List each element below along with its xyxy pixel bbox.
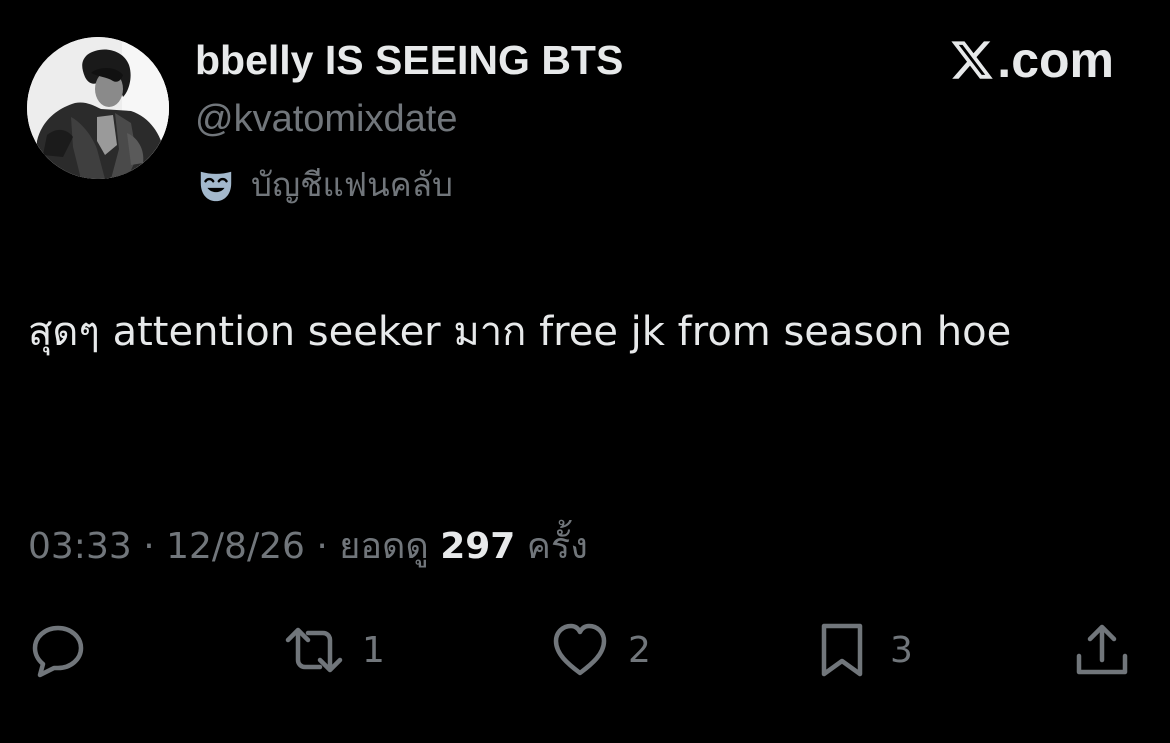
views-count: 297	[440, 526, 516, 567]
x-logo-icon	[951, 41, 994, 79]
bookmark-count: 3	[890, 629, 913, 671]
bookmark-icon	[821, 623, 863, 677]
badge-label: บัญชีแฟนคลับ	[251, 165, 453, 204]
brand-label: .com	[997, 32, 1114, 88]
display-name[interactable]: bbelly IS SEEING BTS	[195, 36, 623, 84]
avatar-photo	[27, 37, 169, 179]
fan-account-badge: บัญชีแฟนคลับ	[197, 160, 453, 210]
like-count: 2	[628, 629, 651, 671]
tweet-date[interactable]: 12/8/26	[166, 526, 305, 567]
bookmark-button[interactable]: 3	[812, 620, 913, 680]
tweet-text: สุดๆ attention seeker มาก free jk from s…	[28, 309, 1012, 355]
retweet-icon	[285, 627, 343, 673]
views-suffix: ครั้ง	[526, 526, 588, 567]
avatar[interactable]	[27, 37, 169, 179]
retweet-button[interactable]: 1	[284, 620, 385, 680]
like-button[interactable]: 2	[550, 620, 651, 680]
meta-separator: ·	[143, 526, 155, 567]
user-handle[interactable]: @kvatomixdate	[195, 96, 457, 142]
share-button[interactable]	[1072, 620, 1132, 680]
action-bar: 1 2 3	[0, 620, 1170, 680]
reply-button[interactable]	[28, 620, 88, 680]
meta-separator: ·	[316, 526, 328, 567]
reply-icon	[32, 625, 84, 678]
retweet-count: 1	[362, 629, 385, 671]
share-icon	[1076, 624, 1128, 675]
brand-watermark: .com	[949, 30, 1114, 90]
views-prefix: ยอดดู	[339, 526, 429, 567]
heart-icon	[553, 623, 607, 676]
theater-mask-icon	[200, 171, 232, 202]
tweet-time[interactable]: 03:33	[28, 526, 132, 567]
tweet-meta: 03:33 · 12/8/26 · ยอดดู 297 ครั้ง	[28, 522, 588, 572]
